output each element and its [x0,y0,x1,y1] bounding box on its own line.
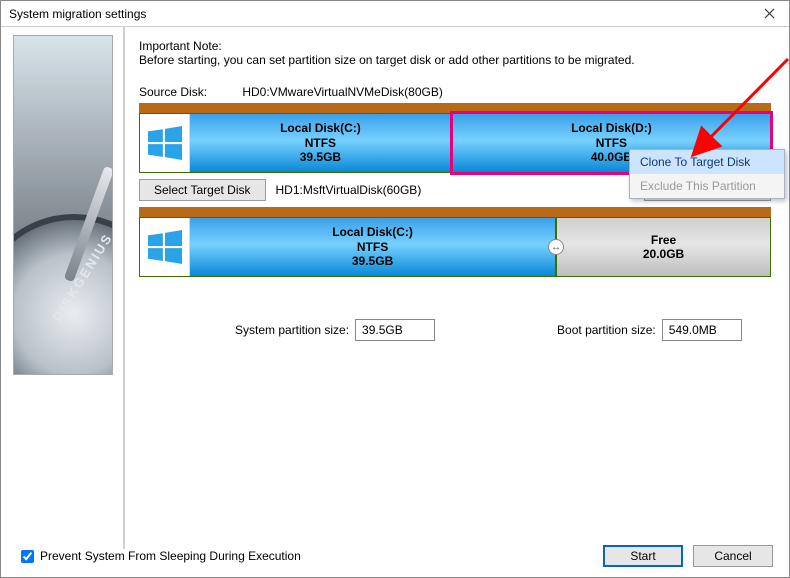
target-part-0-title: Local Disk(C:) [190,225,555,239]
source-partition-c[interactable]: Local Disk(C:) NTFS 39.5GB [139,113,452,173]
cancel-button[interactable]: Cancel [693,545,773,567]
system-partition-size-label: System partition size: [235,323,349,337]
windows-logo-icon [140,114,190,172]
boot-partition-size-input[interactable] [662,319,742,341]
target-partition-c[interactable]: Local Disk(C:) NTFS 39.5GB ↔ [139,217,556,277]
target-partition-free[interactable]: Free 20.0GB [556,217,771,277]
partition-resize-handle[interactable]: ↔ [548,239,564,255]
prevent-sleep-label: Prevent System From Sleeping During Exec… [40,549,301,563]
target-part-0-size: 39.5GB [190,254,555,268]
source-part-1-title: Local Disk(D:) [453,121,770,135]
footer: Prevent System From Sleeping During Exec… [1,547,789,577]
ctx-exclude-partition: Exclude This Partition [630,174,784,198]
system-partition-size-input[interactable] [355,319,435,341]
important-note-head: Important Note: [139,39,771,53]
prevent-sleep-checkbox[interactable] [21,550,34,563]
start-button[interactable]: Start [603,545,683,567]
target-disk-name: HD1:MsftVirtualDisk(60GB) [276,183,422,197]
partition-size-row: System partition size: Boot partition si… [139,319,771,341]
source-disk-row: Source Disk: HD0:VMwareVirtualNVMeDisk(8… [139,85,771,99]
ctx-clone-to-target[interactable]: Clone To Target Disk [630,150,784,174]
important-note-body: Before starting, you can set partition s… [139,53,771,67]
close-button[interactable] [749,1,789,27]
source-part-0-title: Local Disk(C:) [190,121,451,135]
source-part-0-size: 39.5GB [190,150,451,164]
target-disk-bar: Local Disk(C:) NTFS 39.5GB ↔ Free 20.0GB [139,207,771,277]
client-area: DISKGENIUS Important Note: Before starti… [1,27,789,549]
titlebar: System migration settings [1,1,789,27]
source-part-0-fs: NTFS [190,136,451,150]
target-part-0-fs: NTFS [190,240,555,254]
target-part-1-size: 20.0GB [557,247,770,261]
partition-context-menu: Clone To Target Disk Exclude This Partit… [629,149,785,199]
window-title: System migration settings [9,7,749,21]
source-disk-label: Source Disk: [139,85,239,99]
main-panel: Important Note: Before starting, you can… [123,27,789,549]
select-target-disk-button[interactable]: Select Target Disk [139,179,266,201]
windows-logo-icon [140,218,190,276]
boot-partition-size-label: Boot partition size: [557,323,656,337]
close-icon [764,8,775,19]
system-migration-window: System migration settings DISKGENIUS Imp… [0,0,790,578]
disk-illustration: DISKGENIUS [13,35,113,375]
source-disk-name: HD0:VMwareVirtualNVMeDisk(80GB) [242,85,443,99]
sidebar: DISKGENIUS [1,27,123,549]
target-part-1-title: Free [557,233,770,247]
